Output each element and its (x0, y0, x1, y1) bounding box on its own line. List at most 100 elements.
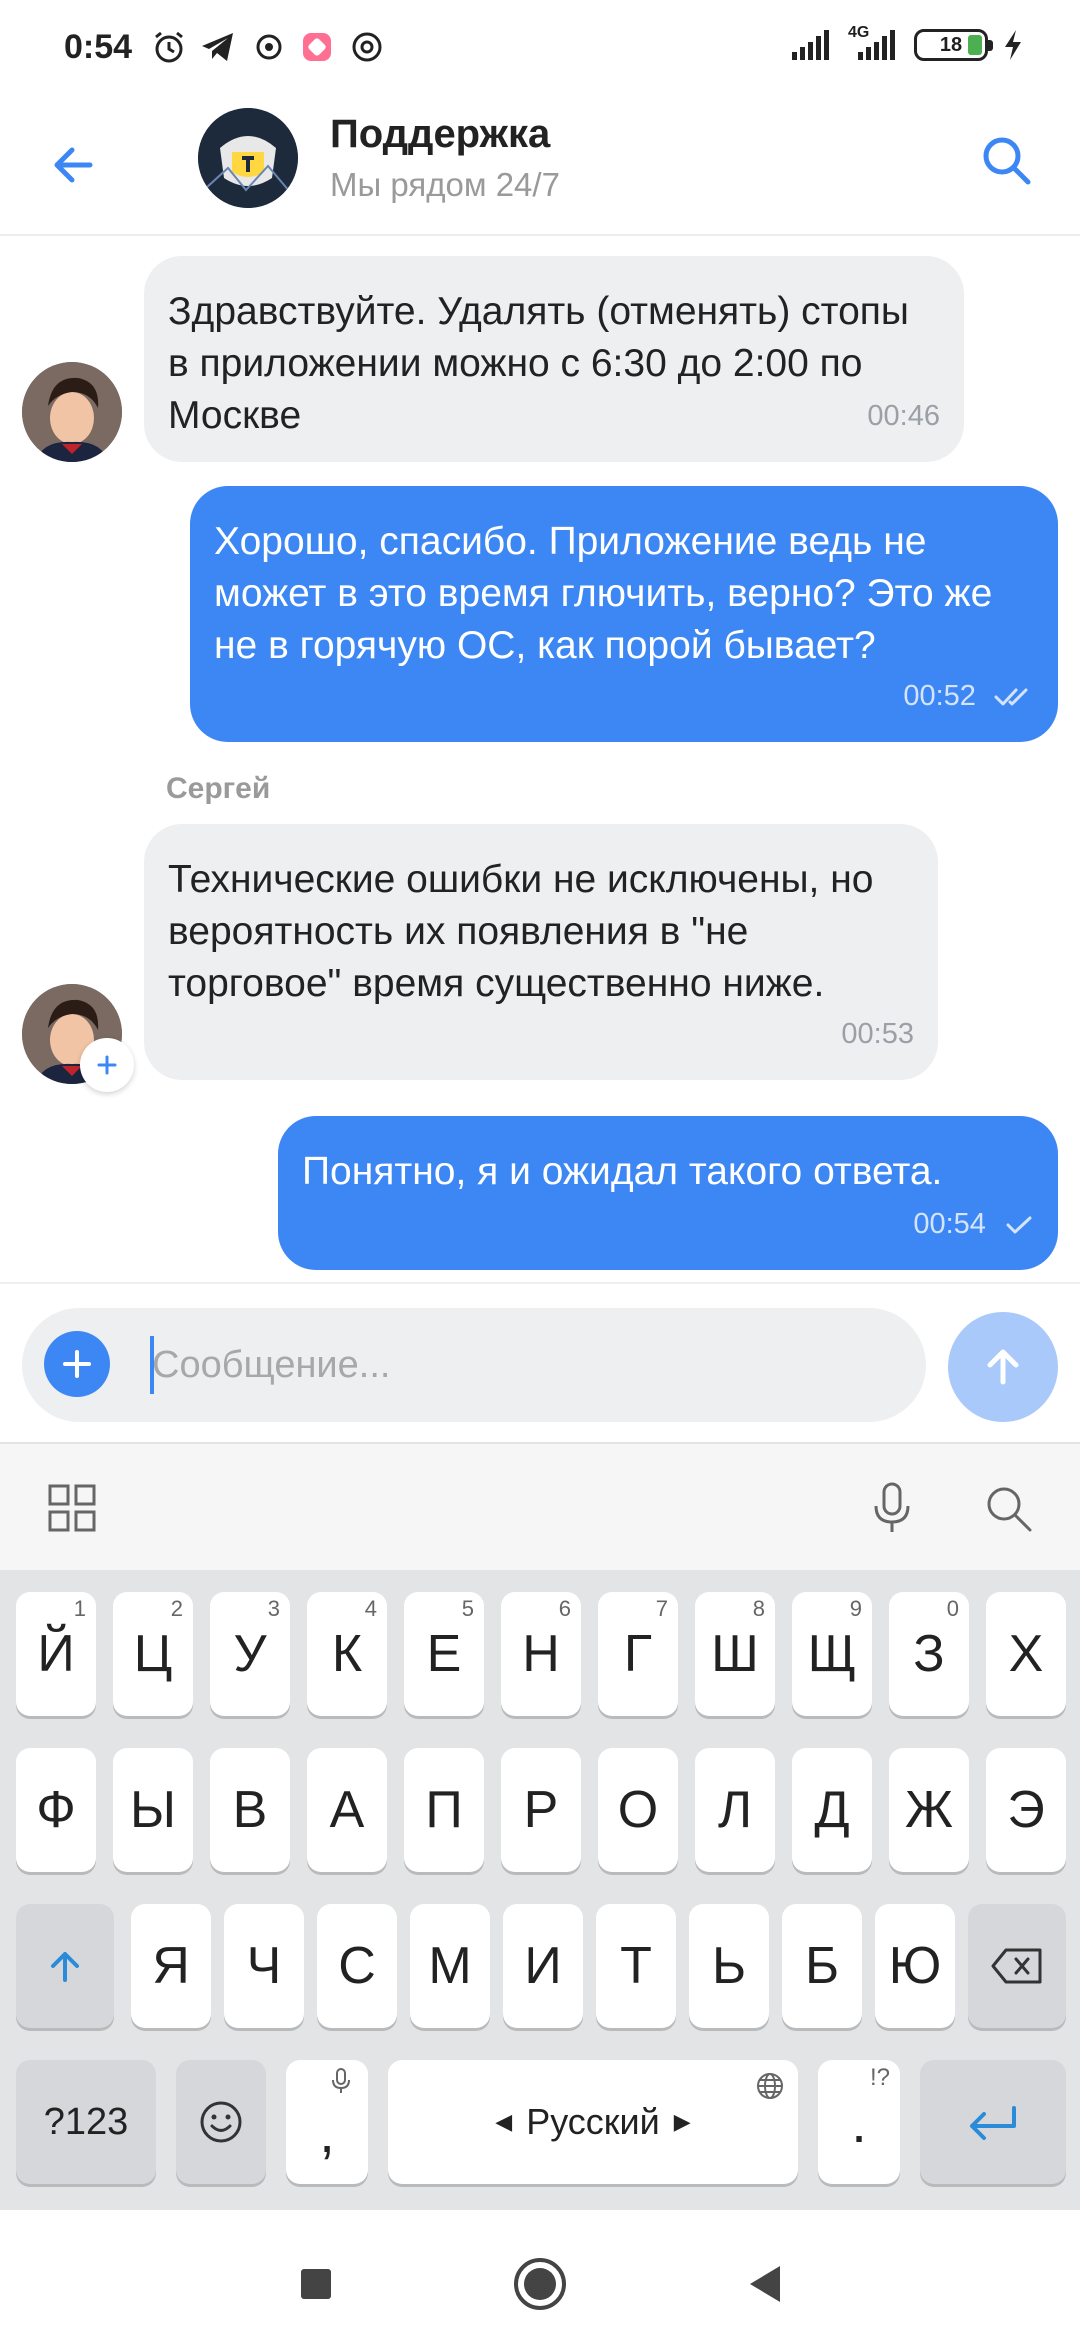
key-г[interactable]: 7Г (598, 1592, 678, 1716)
shift-key[interactable] (16, 1904, 114, 2028)
emoji-key[interactable] (176, 2060, 266, 2184)
key-ж[interactable]: Ж (889, 1748, 969, 1872)
at-sign-icon (352, 32, 382, 62)
key-д[interactable]: Д (792, 1748, 872, 1872)
plus-icon (63, 1350, 91, 1378)
key-л[interactable]: Л (695, 1748, 775, 1872)
key-э[interactable]: Э (986, 1748, 1066, 1872)
key-label: З (913, 1625, 945, 1683)
message-incoming[interactable]: Здравствуйте. Удалять (отменять) стопы в… (144, 256, 964, 462)
key-label: И (524, 1937, 562, 1995)
key-ы[interactable]: Ы (113, 1748, 193, 1872)
message-text: Хорошо, спасибо. Приложение ведь не може… (214, 520, 993, 667)
backspace-icon (991, 1948, 1042, 1984)
send-button[interactable] (948, 1312, 1058, 1422)
system-nav-bar (0, 2210, 1080, 2340)
key-я[interactable]: Я (131, 1904, 211, 2028)
emoji-icon (200, 2101, 242, 2143)
key-п[interactable]: П (404, 1748, 484, 1872)
app-shortcut-icon (303, 33, 331, 61)
key-label: Й (37, 1625, 75, 1683)
key-label: . (851, 2090, 867, 2154)
key-с[interactable]: С (317, 1904, 397, 2028)
key-hint: 6 (558, 1596, 571, 1621)
back-arrow-icon[interactable] (44, 130, 114, 200)
space-key[interactable]: ◀ Русский ▶ (388, 2060, 798, 2184)
add-reaction-button[interactable] (80, 1038, 134, 1092)
triangle-back-icon (750, 2266, 780, 2302)
key-ч[interactable]: Ч (224, 1904, 304, 2028)
key-й[interactable]: 1Й (16, 1592, 96, 1716)
message-text: Здравствуйте. Удалять (отменять) стопы в… (168, 290, 909, 437)
key-о[interactable]: О (598, 1748, 678, 1872)
key-з[interactable]: 0З (889, 1592, 969, 1716)
key-label: У (233, 1625, 267, 1683)
key-м[interactable]: М (410, 1904, 490, 2028)
period-key[interactable]: !? . (818, 2060, 900, 2184)
key-ф[interactable]: Ф (16, 1748, 96, 1872)
key-н[interactable]: 6Н (501, 1592, 581, 1716)
key-hint: 7 (655, 1596, 668, 1621)
backspace-key[interactable] (968, 1904, 1066, 2028)
message-outgoing[interactable]: Хорошо, спасибо. Приложение ведь не може… (190, 486, 1058, 742)
agent-avatar[interactable] (22, 362, 122, 462)
key-к[interactable]: 4К (307, 1592, 387, 1716)
shift-icon (51, 1952, 79, 1982)
status-right: 4G 18 (790, 24, 1024, 62)
key-label: ?123 (43, 2100, 129, 2143)
caret-right-icon: ▶ (673, 2109, 691, 2134)
keyboard-toolbar (0, 1442, 1080, 1570)
chat-subtitle: Мы рядом 24/7 (330, 166, 560, 203)
search-icon[interactable] (972, 126, 1042, 196)
message-text: Понятно, я и ожидал такого ответа. (302, 1150, 943, 1193)
key-т[interactable]: Т (596, 1904, 676, 2028)
keyboard: 1Й 2Ц 3У 4К 5Е 6Н 7Г 8Ш 9Щ 0З Х Ф Ы В А … (0, 1570, 1080, 2210)
key-hint: !? (869, 2064, 890, 2091)
key-label: Х (1008, 1625, 1044, 1683)
space-label: Русский (526, 2101, 660, 2142)
key-у[interactable]: 3У (210, 1592, 290, 1716)
key-р[interactable]: Р (501, 1748, 581, 1872)
grid-icon[interactable] (42, 1478, 102, 1538)
key-ш[interactable]: 8Ш (695, 1592, 775, 1716)
signal-icon (792, 30, 829, 60)
key-е[interactable]: 5Е (404, 1592, 484, 1716)
back-button[interactable] (734, 2254, 794, 2314)
symbols-key[interactable]: ?123 (16, 2060, 156, 2184)
key-ю[interactable]: Ю (875, 1904, 955, 2028)
message-incoming[interactable]: Технические ошибки не исключены, но веро… (144, 824, 938, 1080)
recents-button[interactable] (286, 2254, 346, 2314)
check-icon (1006, 1216, 1032, 1234)
key-б[interactable]: Б (782, 1904, 862, 2028)
comma-key[interactable]: , (286, 2060, 368, 2184)
enter-key[interactable] (920, 2060, 1066, 2184)
microphone-icon[interactable] (862, 1478, 922, 1538)
key-в[interactable]: В (210, 1748, 290, 1872)
message-time: 00:46 (867, 400, 940, 432)
message-input-container[interactable] (22, 1308, 926, 1422)
key-и[interactable]: И (503, 1904, 583, 2028)
message-composer (0, 1282, 1080, 1442)
message-outgoing[interactable]: Понятно, я и ожидал такого ответа. 00:54 (278, 1116, 1058, 1270)
key-label: Ц (133, 1625, 173, 1683)
key-label: Г (623, 1625, 653, 1683)
home-button[interactable] (510, 2254, 570, 2314)
globe-icon (757, 2073, 783, 2099)
key-х[interactable]: Х (986, 1592, 1066, 1716)
key-label: Ж (904, 1781, 953, 1839)
key-label: Щ (807, 1625, 857, 1683)
alarm-icon (155, 31, 183, 63)
message-input[interactable] (152, 1330, 892, 1400)
key-label: Д (814, 1781, 850, 1839)
key-ц[interactable]: 2Ц (113, 1592, 193, 1716)
attach-button[interactable] (44, 1331, 110, 1397)
key-hint: 3 (267, 1596, 280, 1621)
telegram-icon (202, 33, 233, 61)
key-ь[interactable]: Ь (689, 1904, 769, 2028)
key-label: С (338, 1937, 376, 1995)
key-а[interactable]: А (307, 1748, 387, 1872)
key-hint: 2 (170, 1596, 183, 1621)
search-icon[interactable] (978, 1478, 1038, 1538)
support-logo[interactable] (198, 108, 298, 208)
key-щ[interactable]: 9Щ (792, 1592, 872, 1716)
